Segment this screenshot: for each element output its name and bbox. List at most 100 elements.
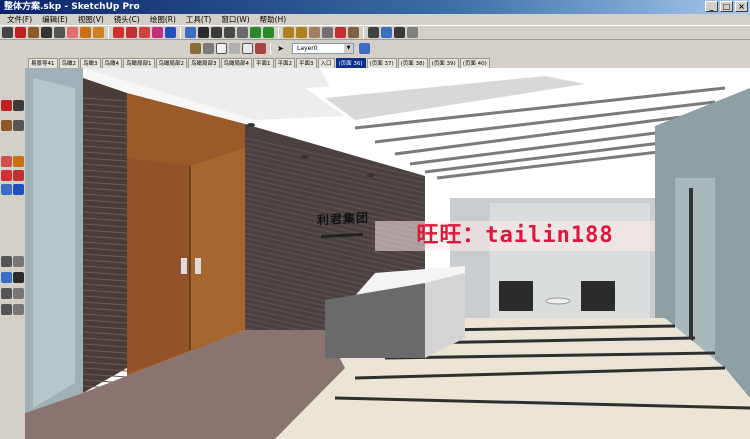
menu-help[interactable]: 帮助(H) <box>255 14 292 25</box>
scene-tab[interactable]: 鸟瞰局部4 <box>220 58 252 68</box>
follow-me-icon[interactable] <box>152 27 163 38</box>
pan-icon[interactable] <box>13 184 24 195</box>
next-view-icon[interactable] <box>263 27 274 38</box>
rotate-icon[interactable] <box>1 170 12 181</box>
menu-window[interactable]: 窗口(W) <box>216 14 254 25</box>
menu-edit[interactable]: 编辑(E) <box>37 14 73 25</box>
follow-me-icon[interactable] <box>13 156 24 167</box>
position-camera-icon[interactable] <box>394 27 405 38</box>
scene-tab[interactable]: (页面 39) <box>428 58 459 68</box>
side-table <box>545 297 571 305</box>
look-around-icon[interactable] <box>13 272 24 283</box>
lobby-scene <box>25 68 750 439</box>
layer-dropdown-value: Layer0 <box>297 45 318 52</box>
company-sign: 利君集团 <box>317 210 370 228</box>
previous-view-icon[interactable] <box>250 27 261 38</box>
maximize-button[interactable]: □ <box>720 1 733 12</box>
zoom-icon[interactable] <box>211 27 222 38</box>
lounge-chair <box>581 281 615 311</box>
scene-tab[interactable]: 鸟瞰局部2 <box>155 58 187 68</box>
ceiling-light <box>301 155 309 159</box>
scene-tab[interactable]: 平面2 <box>274 58 295 68</box>
rectangle-icon[interactable] <box>1 120 12 131</box>
pan-icon[interactable] <box>198 27 209 38</box>
arc-icon[interactable] <box>54 27 65 38</box>
scene-tab[interactable]: 鸟瞰4 <box>101 58 122 68</box>
front-view-icon[interactable] <box>216 43 227 54</box>
door-right <box>190 148 245 350</box>
menu-file[interactable]: 文件(F) <box>2 14 37 25</box>
move-icon[interactable] <box>113 27 124 38</box>
push-pull-icon[interactable] <box>93 27 104 38</box>
scene-tab[interactable]: (页面 38) <box>397 58 428 68</box>
glass-panel <box>33 78 75 408</box>
scene-tab[interactable]: (页面 37) <box>366 58 397 68</box>
section-plane-icon[interactable] <box>407 27 418 38</box>
protractor-icon[interactable] <box>309 27 320 38</box>
circle-icon[interactable] <box>41 27 52 38</box>
menu-draw[interactable]: 绘图(R) <box>145 14 181 25</box>
top-view-icon[interactable] <box>203 43 214 54</box>
close-button[interactable]: × <box>735 1 748 12</box>
scene-tab[interactable]: 入口 <box>317 58 335 68</box>
paint-bucket-icon[interactable] <box>80 27 91 38</box>
dimension-icon[interactable] <box>13 304 24 315</box>
scene-tab[interactable]: (页面 36) <box>335 58 366 68</box>
layer-arrow-icon[interactable]: ➤ <box>275 43 286 54</box>
axes-icon[interactable] <box>13 288 24 299</box>
back-view-icon[interactable] <box>242 43 253 54</box>
protractor-icon[interactable] <box>13 256 24 267</box>
scale-icon[interactable] <box>165 27 176 38</box>
polygon-icon[interactable] <box>13 120 24 131</box>
3d-text-icon[interactable] <box>348 27 359 38</box>
door-handle <box>195 258 201 274</box>
section-plane-icon[interactable] <box>1 288 12 299</box>
zoom-window-icon[interactable] <box>224 27 235 38</box>
orbit-icon[interactable] <box>185 27 196 38</box>
left-view-icon[interactable] <box>255 43 266 54</box>
look-around-icon[interactable] <box>381 27 392 38</box>
rotate-icon[interactable] <box>126 27 137 38</box>
scene-tab[interactable]: (页面 40) <box>459 58 490 68</box>
tape-measure-icon[interactable] <box>283 27 294 38</box>
3d-viewport[interactable]: 利君集团 旺旺：tailin188 <box>25 68 750 439</box>
walk-icon[interactable] <box>1 272 12 283</box>
pencil-icon[interactable] <box>1 100 12 111</box>
scene-tab[interactable]: 鸟瞰2 <box>58 58 79 68</box>
ceiling-light <box>367 173 375 177</box>
select-arrow-icon[interactable] <box>2 27 13 38</box>
scale-icon[interactable] <box>13 170 24 181</box>
views-layer-toolbar: ➤ Layer0 ▼ <box>190 41 370 56</box>
ceiling-light <box>247 123 255 127</box>
scene-tab[interactable]: 鸟瞰3 <box>80 58 101 68</box>
layer-manager-icon[interactable] <box>359 43 370 54</box>
axes-icon[interactable] <box>335 27 346 38</box>
text-icon[interactable] <box>1 304 12 315</box>
dimension-icon[interactable] <box>296 27 307 38</box>
zoom-extents-icon[interactable] <box>237 27 248 38</box>
right-view-icon[interactable] <box>229 43 240 54</box>
scene-tab[interactable]: 鸟瞰局部3 <box>188 58 220 68</box>
menu-view[interactable]: 视图(V) <box>73 14 109 25</box>
arc-icon[interactable] <box>13 100 24 111</box>
scene-tab[interactable]: 易景导41 <box>28 58 58 68</box>
tape-measure-icon[interactable] <box>1 256 12 267</box>
scene-tab[interactable]: 鸟瞰局部1 <box>123 58 155 68</box>
scene-tab[interactable]: 平面1 <box>253 58 274 68</box>
push-pull-icon[interactable] <box>1 156 12 167</box>
orbit-icon[interactable] <box>1 184 12 195</box>
offset-icon[interactable] <box>139 27 150 38</box>
menu-tools[interactable]: 工具(T) <box>181 14 216 25</box>
watermark: 旺旺：tailin188 <box>375 221 655 251</box>
rectangle-icon[interactable] <box>28 27 39 38</box>
text-icon[interactable] <box>322 27 333 38</box>
eraser-icon[interactable] <box>67 27 78 38</box>
minimize-button[interactable]: _ <box>705 1 718 12</box>
layer-dropdown[interactable]: Layer0 ▼ <box>292 43 354 54</box>
title-bar: 整体方案.skp - SketchUp Pro _ □ × <box>0 0 750 14</box>
scene-tab[interactable]: 平面3 <box>296 58 317 68</box>
pencil-icon[interactable] <box>15 27 26 38</box>
walk-icon[interactable] <box>368 27 379 38</box>
menu-camera[interactable]: 镜头(C) <box>109 14 145 25</box>
iso-view-icon[interactable] <box>190 43 201 54</box>
